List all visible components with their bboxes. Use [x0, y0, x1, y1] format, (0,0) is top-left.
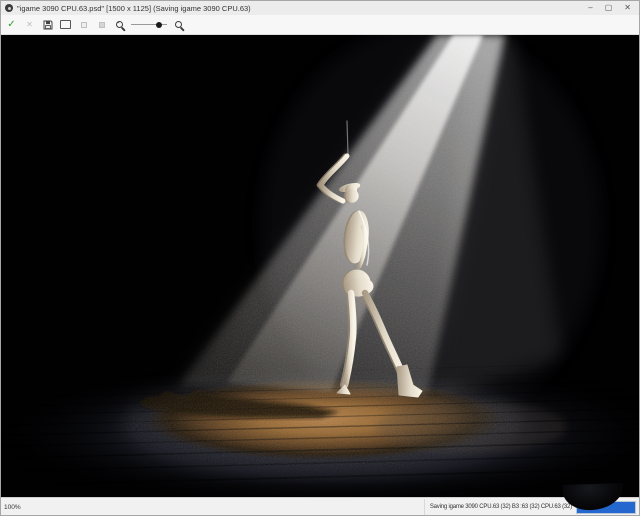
maximize-button[interactable]: ▢ [605, 1, 613, 15]
zoom-out-button[interactable]: - [113, 17, 126, 32]
zoom-slider[interactable] [131, 17, 167, 32]
floppy-icon [43, 20, 53, 30]
window-title: "igame 3090 CPU.63.psd" [1500 x 1125] (S… [17, 4, 588, 13]
option-b-button[interactable] [95, 17, 108, 32]
save-button[interactable] [41, 17, 54, 32]
zoom-out-icon: - [116, 21, 123, 28]
option-a-button[interactable] [77, 17, 90, 32]
zoom-level: 100% [4, 504, 21, 511]
cancel-icon: ✕ [26, 20, 33, 30]
status-text: Saving igame 3090 CPU.63 (32) B3 :63 (32… [424, 499, 572, 516]
render-viewport[interactable] [1, 35, 639, 497]
option-a-icon [81, 22, 87, 28]
zoom-in-icon [175, 21, 182, 28]
close-button[interactable]: ✕ [624, 1, 631, 15]
marquee-icon [60, 20, 71, 29]
statusbar: 100% Saving igame 3090 CPU.63 (32) B3 :6… [1, 497, 639, 516]
apply-button[interactable]: ✓ [5, 17, 18, 32]
zoom-slider-knob[interactable] [156, 22, 162, 28]
zoom-in-button[interactable] [172, 17, 185, 32]
copy-region-button[interactable] [59, 17, 72, 32]
minimize-button[interactable]: – [588, 1, 592, 15]
render-noise [1, 35, 639, 497]
titlebar: "igame 3090 CPU.63.psd" [1500 x 1125] (S… [1, 1, 639, 15]
render-image [1, 35, 639, 497]
render-window: "igame 3090 CPU.63.psd" [1500 x 1125] (S… [0, 0, 640, 516]
option-b-icon [99, 22, 105, 28]
cancel-button[interactable]: ✕ [23, 17, 36, 32]
toolbar: ✓ ✕ - [1, 15, 639, 35]
app-icon [5, 4, 13, 12]
check-icon: ✓ [7, 20, 15, 30]
